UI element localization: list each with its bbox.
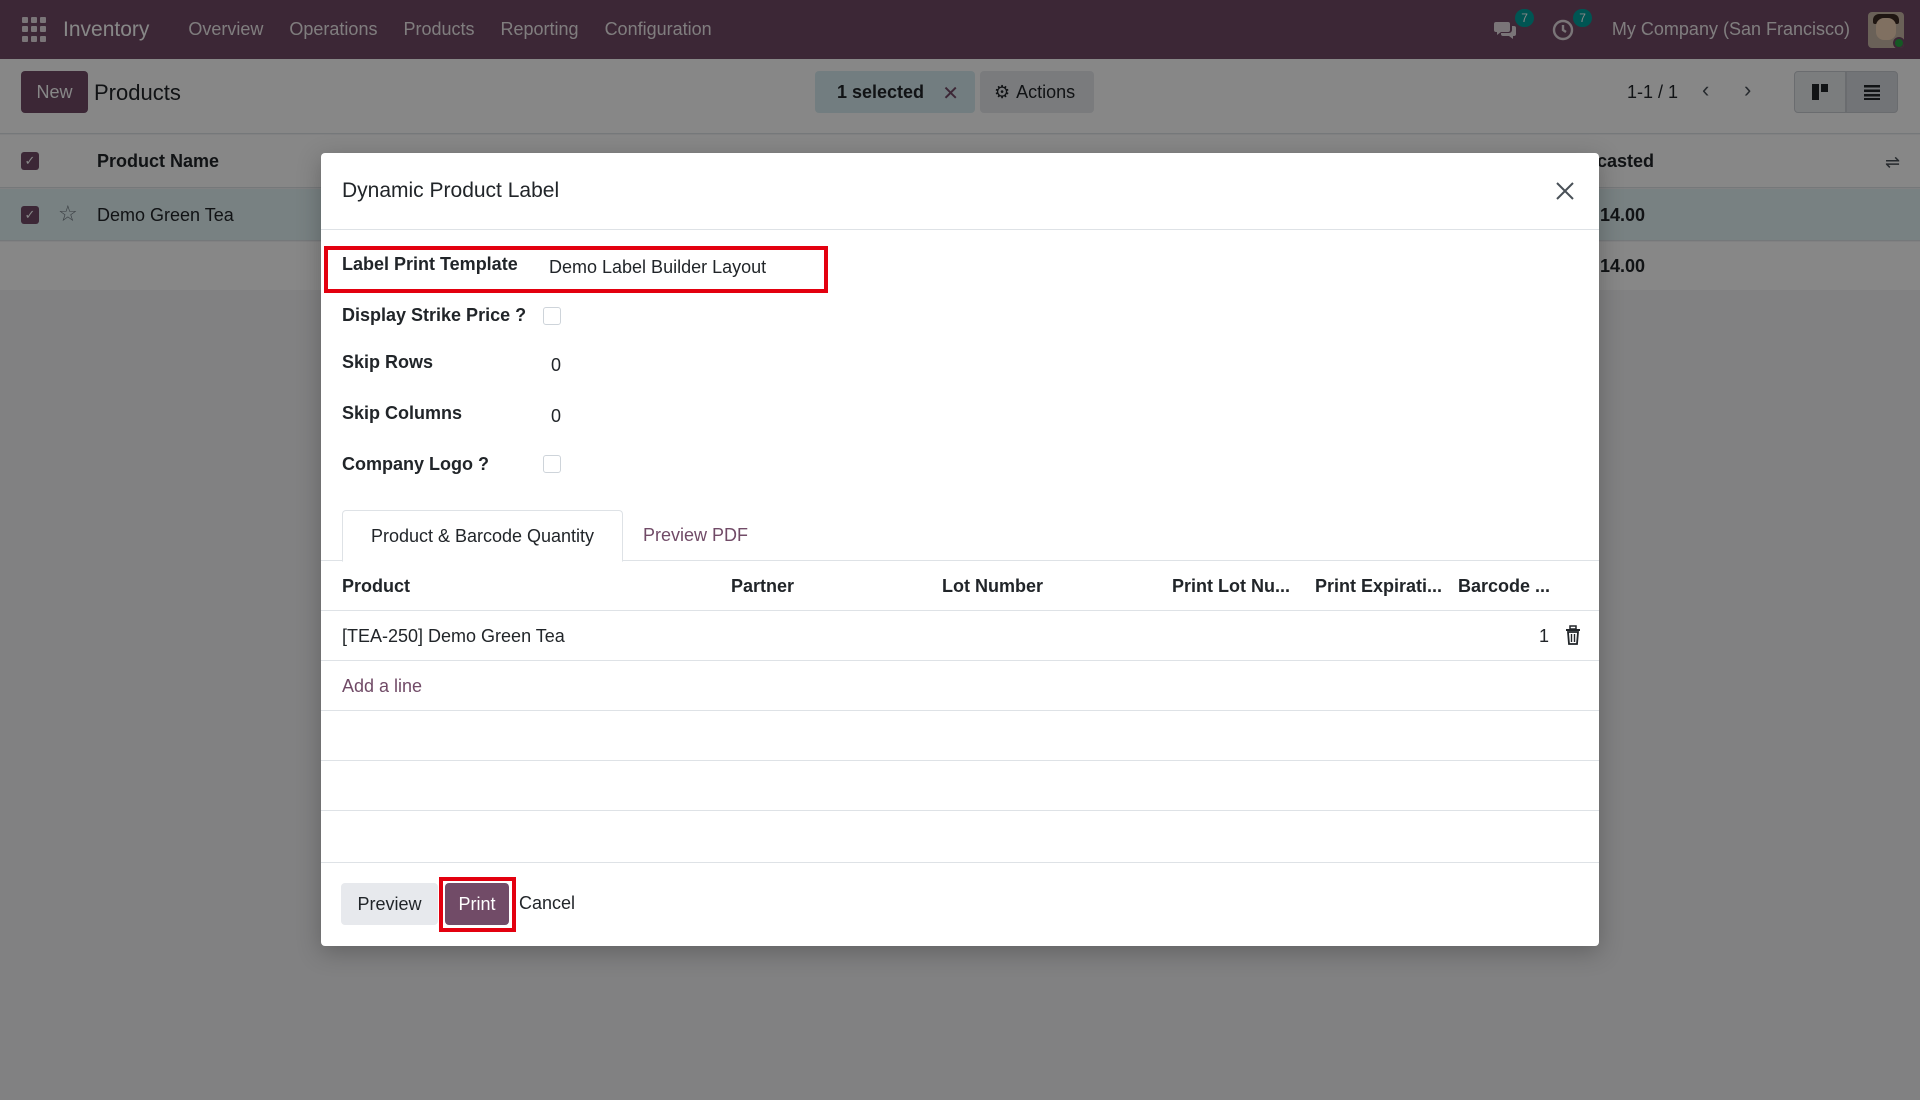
trash-icon[interactable] [1564, 625, 1582, 645]
column-print-lot-number[interactable]: Print Lot Nu... [1172, 576, 1290, 597]
table-row[interactable]: [TEA-250] Demo Green Tea 1 [321, 611, 1599, 661]
column-barcode-quantity[interactable]: Barcode ... [1458, 576, 1550, 597]
close-icon[interactable] [1551, 177, 1579, 205]
add-line-link[interactable]: Add a line [342, 676, 422, 697]
line-quantity[interactable]: 1 [1539, 626, 1549, 647]
dialog-footer: Preview Print Cancel [321, 862, 1599, 946]
dynamic-product-label-dialog: Dynamic Product Label Label Print Templa… [321, 153, 1599, 946]
company-logo-label: Company Logo ? [342, 454, 489, 474]
skip-rows-label: Skip Rows [342, 352, 434, 372]
strike-price-checkbox[interactable] [543, 307, 561, 325]
column-print-expiration[interactable]: Print Expirati... [1315, 576, 1442, 597]
lines-table-header: Product Partner Lot Number Print Lot Nu.… [321, 561, 1599, 611]
add-line-row: Add a line [321, 661, 1599, 711]
dialog-title: Dynamic Product Label [342, 179, 560, 202]
skip-columns-label: Skip Columns [342, 403, 463, 423]
template-highlight-box [324, 246, 828, 293]
print-highlight-box [439, 877, 516, 932]
cancel-button[interactable]: Cancel [519, 893, 575, 914]
tab-preview-pdf[interactable]: Preview PDF [643, 525, 748, 546]
tab-product-barcode-quantity[interactable]: Product & Barcode Quantity [342, 510, 623, 562]
column-partner[interactable]: Partner [731, 576, 794, 597]
dialog-tabs: Product & Barcode Quantity Preview PDF [321, 510, 1599, 562]
empty-row [321, 761, 1599, 811]
skip-rows-input[interactable]: 0 [551, 355, 561, 376]
column-product[interactable]: Product [342, 576, 410, 597]
empty-row [321, 711, 1599, 761]
skip-columns-input[interactable]: 0 [551, 406, 561, 427]
dialog-header: Dynamic Product Label [321, 153, 1599, 230]
preview-button[interactable]: Preview [341, 883, 438, 925]
line-product[interactable]: [TEA-250] Demo Green Tea [342, 626, 565, 647]
column-lot-number[interactable]: Lot Number [942, 576, 1043, 597]
company-logo-checkbox[interactable] [543, 455, 561, 473]
strike-price-label: Display Strike Price ? [342, 305, 527, 325]
